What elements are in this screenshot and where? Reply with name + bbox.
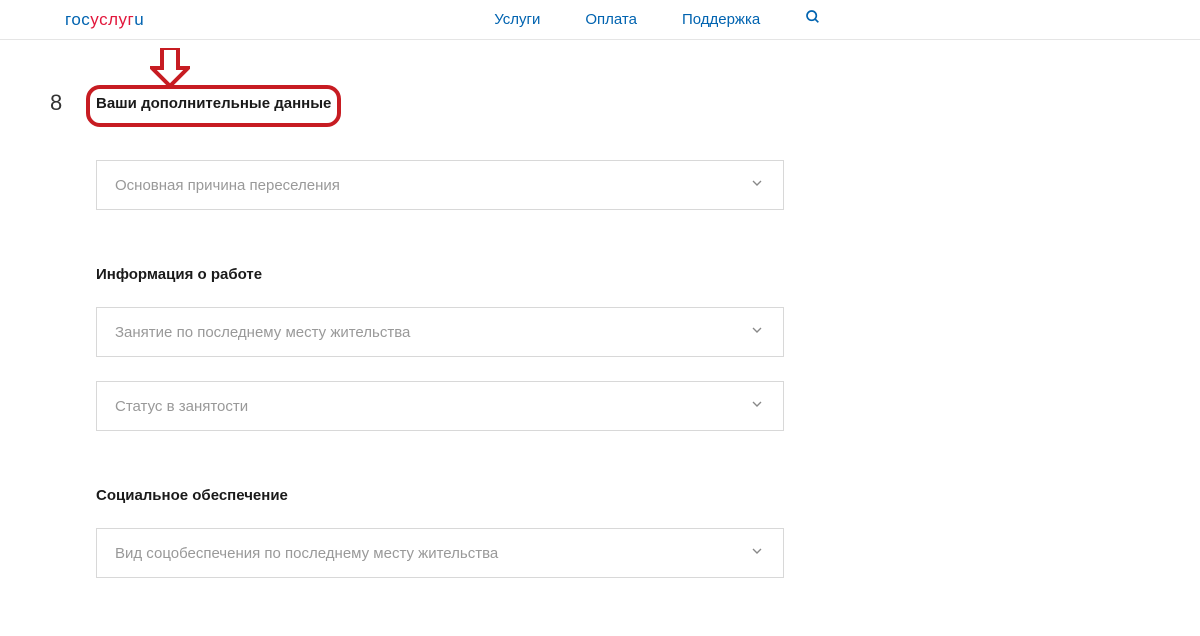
nav-support[interactable]: Поддержка	[682, 11, 760, 28]
logo-part3: u	[134, 10, 144, 29]
logo-part2: услуг	[90, 10, 134, 29]
annotation-arrow	[150, 48, 190, 88]
dropdown-occupation[interactable]: Занятие по последнему месту жительства	[96, 307, 784, 357]
subsection-work-info: Информация о работе	[96, 266, 784, 283]
dropdown-placeholder: Основная причина переселения	[115, 177, 340, 194]
dropdown-social-security[interactable]: Вид соцобеспечения по последнему месту ж…	[96, 528, 784, 578]
search-icon[interactable]	[805, 9, 821, 30]
step-number: 8	[50, 90, 62, 116]
logo-part1: гос	[65, 10, 90, 29]
dropdown-employment-status[interactable]: Статус в занятости	[96, 381, 784, 431]
chevron-down-icon	[749, 175, 765, 196]
dropdown-reason[interactable]: Основная причина переселения	[96, 160, 784, 210]
chevron-down-icon	[749, 396, 765, 417]
dropdown-placeholder: Занятие по последнему месту жительства	[115, 324, 410, 341]
nav: Услуги Оплата Поддержка	[494, 9, 821, 30]
content: 8 Ваши дополнительные данные Основная пр…	[0, 40, 1200, 578]
dropdown-placeholder: Вид соцобеспечения по последнему месту ж…	[115, 545, 498, 562]
section-title: Ваши дополнительные данные	[96, 95, 331, 112]
subsection-social-security: Социальное обеспечение	[96, 487, 784, 504]
logo[interactable]: госуслугu	[65, 10, 144, 30]
header: госуслугu Услуги Оплата Поддержка	[0, 0, 1200, 40]
nav-payment[interactable]: Оплата	[585, 11, 637, 28]
chevron-down-icon	[749, 543, 765, 564]
form-area: Основная причина переселения Информация …	[96, 160, 784, 578]
chevron-down-icon	[749, 322, 765, 343]
nav-services[interactable]: Услуги	[494, 11, 540, 28]
dropdown-placeholder: Статус в занятости	[115, 398, 248, 415]
